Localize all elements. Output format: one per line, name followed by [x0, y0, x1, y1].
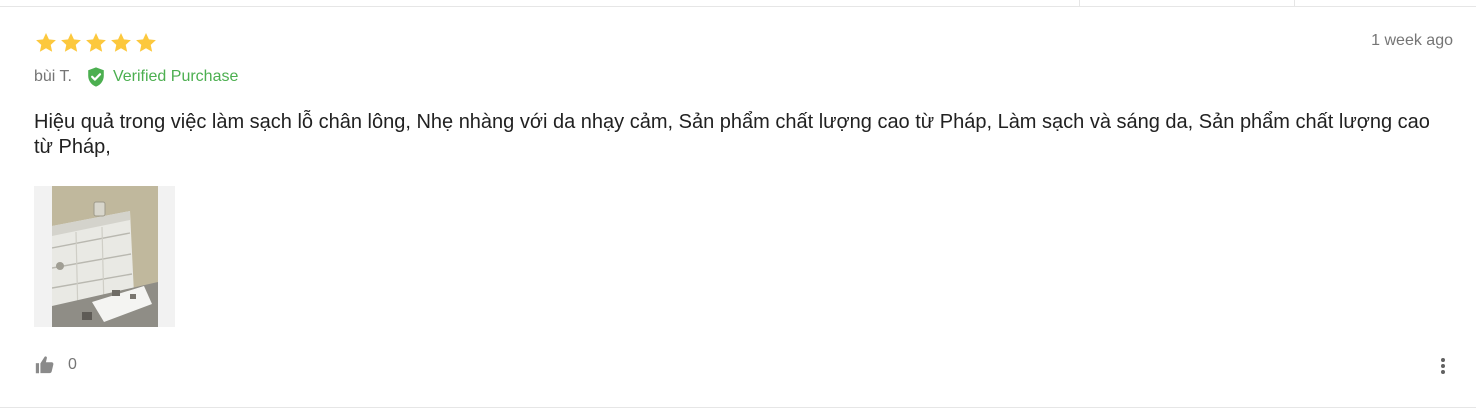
star-icon: [61, 33, 81, 52]
verified-label: Verified Purchase: [112, 68, 239, 85]
star-icon: [36, 33, 56, 52]
star-icon: [111, 33, 131, 52]
like-count: 0: [68, 356, 77, 373]
more-options-button[interactable]: [1436, 355, 1450, 377]
more-vertical-icon: [1441, 358, 1445, 374]
verified-check-icon: [88, 67, 104, 87]
star-icon: [86, 33, 106, 52]
like-button[interactable]: 0: [34, 354, 77, 376]
review-author-row: bùi T. Verified Purchase: [34, 64, 238, 90]
top-divider-tick: [1294, 0, 1295, 6]
top-divider-tick: [1079, 0, 1080, 6]
top-divider: [0, 6, 1476, 7]
bottom-divider: [0, 407, 1476, 408]
review-body: Hiệu quả trong việc làm sạch lỗ chân lôn…: [34, 111, 1430, 158]
thumbs-up-icon: [35, 356, 54, 374]
review-photo: [52, 186, 158, 327]
verified-badge: Verified Purchase: [85, 66, 238, 88]
review-photo-thumbnail[interactable]: [34, 186, 175, 327]
star-icon: [136, 33, 156, 52]
review-time: 1 week ago: [1371, 32, 1453, 49]
star-rating: [34, 31, 158, 56]
author-name: bùi T.: [34, 68, 72, 85]
